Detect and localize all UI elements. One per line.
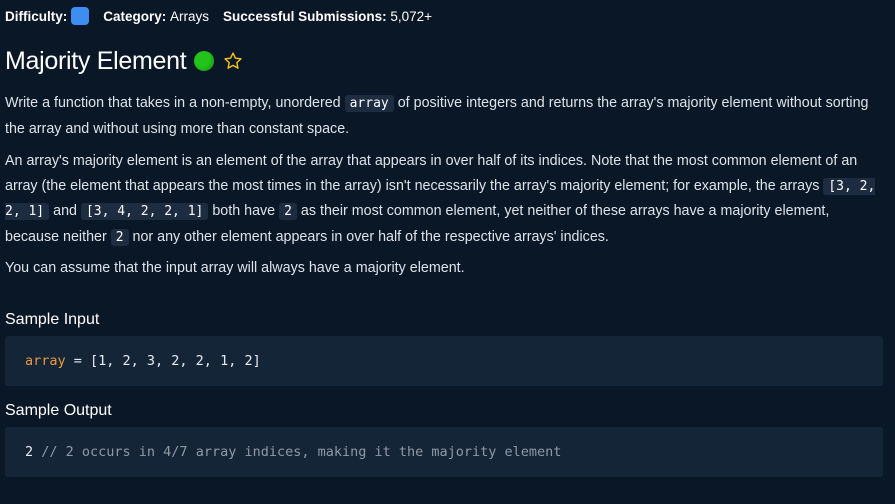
star-icon[interactable] [223, 51, 243, 71]
sample-input-code: array = [1, 2, 3, 2, 2, 1, 2] [5, 336, 883, 386]
difficulty: Difficulty: [5, 7, 90, 25]
category-value: Arrays [170, 8, 210, 24]
description-paragraph-3: You can assume that the input array will… [5, 260, 465, 276]
title-row: Majority Element [5, 44, 243, 78]
category-label: Category: [103, 8, 167, 24]
difficulty-indicator [71, 7, 90, 25]
output-value: 2 [25, 444, 42, 460]
description-paragraph-1: Write a function that takes in a non-emp… [5, 95, 869, 137]
code-expression: = [1, 2, 3, 2, 2, 1, 2] [65, 353, 261, 369]
category: Category: Arrays [103, 9, 209, 24]
submissions-label: Successful Submissions: [223, 8, 387, 24]
inline-code: 2 [110, 228, 129, 246]
inline-code: 2 [279, 203, 297, 220]
submissions: Successful Submissions: 5,072+ [223, 9, 432, 24]
sample-input-heading: Sample Input [5, 311, 100, 328]
description-paragraph-2: An array's majority element is an elemen… [5, 153, 876, 246]
difficulty-label: Difficulty: [5, 8, 68, 24]
sample-output-heading: Sample Output [5, 402, 112, 419]
completed-status-icon [194, 51, 215, 71]
page-title: Majority Element [5, 46, 187, 75]
sample-output-code: 2 // 2 occurs in 4/7 array indices, maki… [5, 427, 883, 477]
code-variable: array [25, 353, 66, 369]
submissions-value: 5,072+ [390, 8, 433, 24]
inline-code: array [344, 95, 394, 112]
inline-code: [3, 4, 2, 2, 1] [80, 203, 209, 220]
code-comment: // 2 occurs in 4/7 array indices, making… [41, 444, 562, 460]
problem-meta-bar: Difficulty: Category: Arrays Successful … [5, 6, 446, 26]
